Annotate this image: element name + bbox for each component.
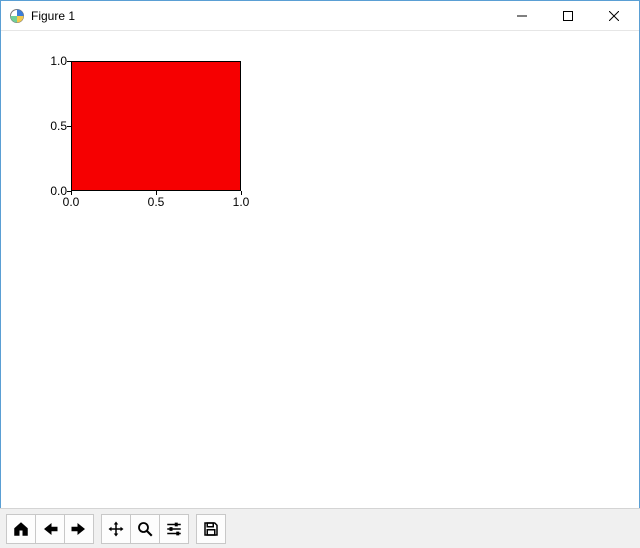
home-icon <box>12 520 30 538</box>
plot-area <box>71 61 241 191</box>
ytick-mark <box>67 126 71 127</box>
titlebar: Figure 1 <box>1 1 639 31</box>
back-arrow-icon <box>41 520 59 538</box>
close-button[interactable] <box>591 1 637 31</box>
xtick-label: 1.0 <box>221 195 261 209</box>
maximize-icon <box>563 11 573 21</box>
pan-button[interactable] <box>101 514 131 544</box>
home-button[interactable] <box>6 514 36 544</box>
app-icon <box>9 8 25 24</box>
sliders-icon <box>165 520 183 538</box>
xtick-label: 0.5 <box>136 195 176 209</box>
back-button[interactable] <box>35 514 65 544</box>
maximize-button[interactable] <box>545 1 591 31</box>
fill-patch <box>72 61 241 190</box>
move-icon <box>107 520 125 538</box>
ytick-label: 1.0 <box>17 54 67 68</box>
nav-toolbar <box>0 508 640 548</box>
zoom-icon <box>136 520 154 538</box>
minimize-icon <box>517 11 527 21</box>
save-button[interactable] <box>196 514 226 544</box>
zoom-button[interactable] <box>130 514 160 544</box>
chart-axes: 0.0 0.5 1.0 0.0 0.5 1.0 <box>21 51 261 231</box>
ytick-label: 0.5 <box>17 119 67 133</box>
configure-subplots-button[interactable] <box>159 514 189 544</box>
window-title: Figure 1 <box>31 9 75 23</box>
forward-button[interactable] <box>64 514 94 544</box>
close-icon <box>609 11 619 21</box>
minimize-button[interactable] <box>499 1 545 31</box>
xtick-label: 0.0 <box>51 195 91 209</box>
ytick-mark <box>67 61 71 62</box>
forward-arrow-icon <box>70 520 88 538</box>
figure-canvas: 0.0 0.5 1.0 0.0 0.5 1.0 <box>1 31 639 507</box>
save-icon <box>202 520 220 538</box>
